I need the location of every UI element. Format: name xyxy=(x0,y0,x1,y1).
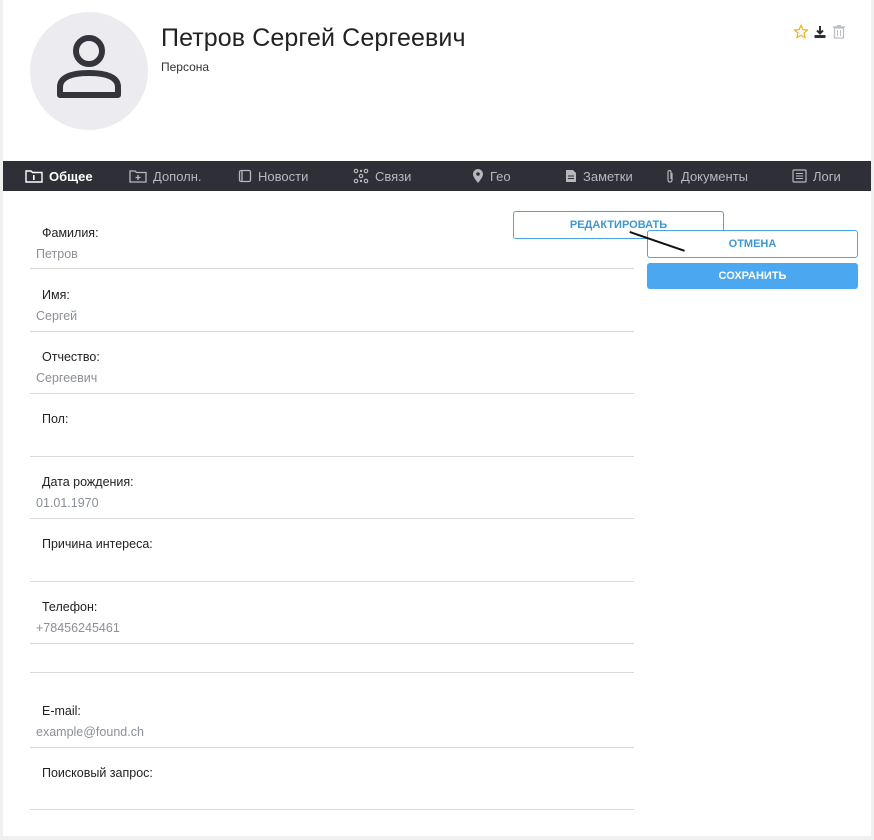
field-label: Телефон: xyxy=(42,600,98,614)
field-phone: Телефон: +78456245461 xyxy=(30,582,634,644)
tab-links[interactable]: Связи xyxy=(353,161,411,191)
tab-label: Заметки xyxy=(583,168,633,184)
note-icon xyxy=(566,170,576,182)
entity-type-label: Персона xyxy=(161,60,210,74)
paperclip-icon xyxy=(667,169,673,183)
page-title: Петров Сергей Сергеевич xyxy=(161,24,466,52)
field-first-name: Имя: Сергей xyxy=(30,269,634,332)
field-label: Пол: xyxy=(42,412,69,426)
field-value[interactable]: Петров xyxy=(36,247,78,261)
field-value[interactable]: example@found.ch xyxy=(36,725,144,739)
field-patronymic: Отчество: Сергеевич xyxy=(30,332,634,394)
field-label: Фамилия: xyxy=(42,226,99,240)
field-search-query: Поисковый запрос: xyxy=(30,748,634,810)
field-gender: Пол: xyxy=(30,394,634,457)
header-actions xyxy=(793,24,847,40)
field-value[interactable]: 01.01.1970 xyxy=(36,496,99,510)
log-icon xyxy=(792,169,807,183)
field-interest-reason: Причина интереса: xyxy=(30,519,634,582)
tab-label: Связи xyxy=(375,168,412,184)
tab-label: Дополн. xyxy=(153,168,202,184)
field-birth-date: Дата рождения: 01.01.1970 xyxy=(30,457,634,519)
field-label: Поисковый запрос: xyxy=(42,766,153,780)
field-label: E-mail: xyxy=(42,704,81,718)
tab-label: Гео xyxy=(490,168,511,184)
avatar xyxy=(30,12,148,130)
cancel-button[interactable]: ОТМЕНА xyxy=(647,230,858,258)
field-email: E-mail: example@found.ch xyxy=(30,673,634,748)
tab-additional[interactable]: Дополн. xyxy=(129,161,202,191)
info-folder-icon xyxy=(25,170,43,183)
field-value[interactable]: Сергей xyxy=(36,309,77,323)
trash-icon[interactable] xyxy=(831,24,847,40)
tab-bar: Общее Дополн. Новости Связи Гео Заметки … xyxy=(3,161,871,191)
field-label: Причина интереса: xyxy=(42,537,153,551)
tab-logs[interactable]: Логи xyxy=(792,161,841,191)
network-icon xyxy=(353,168,369,184)
field-label: Дата рождения: xyxy=(42,475,134,489)
field-value[interactable]: Сергеевич xyxy=(36,371,97,385)
save-button[interactable]: СОХРАНИТЬ xyxy=(647,263,858,289)
download-icon[interactable] xyxy=(812,24,828,40)
add-folder-icon xyxy=(129,170,147,183)
tab-label: Новости xyxy=(258,168,309,184)
tab-notes[interactable]: Заметки xyxy=(565,161,633,191)
tab-documents[interactable]: Документы xyxy=(665,161,748,191)
star-icon[interactable] xyxy=(793,24,809,40)
field-label: Отчество: xyxy=(42,350,100,364)
map-pin-icon xyxy=(473,168,483,183)
field-label: Имя: xyxy=(42,288,70,302)
tab-general[interactable]: Общее xyxy=(25,161,93,191)
news-icon xyxy=(238,169,252,183)
user-icon xyxy=(57,35,121,98)
tab-label: Логи xyxy=(813,168,841,184)
field-empty xyxy=(30,644,634,673)
tab-geo[interactable]: Гео xyxy=(472,161,511,191)
tab-label: Общее xyxy=(49,168,93,184)
tab-label: Документы xyxy=(681,168,749,184)
profile-card: Петров Сергей Сергеевич Персона Общее До… xyxy=(3,0,871,836)
field-value[interactable]: +78456245461 xyxy=(36,621,120,635)
tab-news[interactable]: Новости xyxy=(238,161,308,191)
